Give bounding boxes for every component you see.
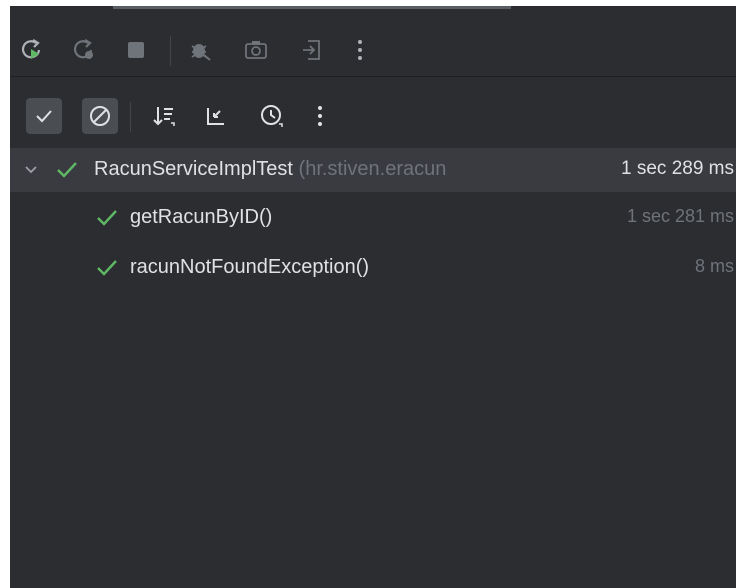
show-ignored-icon: [90, 106, 110, 126]
run-toolbar: [10, 20, 736, 70]
test-suite-row[interactable]: RacunServiceImplTest (hr.stiven.eracun 1…: [10, 148, 736, 192]
test-name: racunNotFoundException(): [130, 256, 370, 278]
test-duration: 8 ms: [694, 256, 734, 276]
passed-check-icon: [97, 210, 117, 226]
tab-strip-indicator: [113, 6, 511, 9]
rerun-failed-button[interactable]: [66, 32, 102, 68]
more-vert-icon: [358, 40, 362, 60]
collapse-button[interactable]: [198, 98, 234, 134]
show-passed-toggle[interactable]: [26, 98, 62, 134]
toolbar-separator: [10, 76, 736, 77]
suite-name: RacunServiceImplTest: [94, 158, 293, 180]
sort-icon: [153, 107, 175, 126]
screenshot-icon: [245, 41, 267, 59]
rerun-failed-icon: [73, 39, 93, 59]
export-icon: [303, 40, 320, 60]
filter-toolbar: [10, 84, 736, 148]
suite-duration: 1 sec 289 ms: [617, 158, 734, 180]
stop-icon: [128, 42, 144, 58]
rerun-icon: [21, 39, 41, 59]
passed-check-icon: [97, 260, 117, 276]
collapse-icon: [207, 108, 224, 125]
chevron-down-icon[interactable]: [24, 164, 38, 176]
stop-button[interactable]: [118, 32, 154, 68]
toolbar-divider: [170, 36, 171, 66]
test-name: getRacunByID(): [130, 206, 273, 228]
test-runner-panel: RacunServiceImplTest (hr.stiven.eracun 1…: [10, 6, 736, 588]
rerun-button[interactable]: [14, 32, 50, 68]
debug-button[interactable]: [182, 32, 218, 68]
show-passed-icon: [36, 110, 52, 123]
filter-more-button[interactable]: [302, 98, 338, 134]
export-button[interactable]: [294, 32, 330, 68]
history-icon: [261, 105, 283, 127]
passed-check-icon: [57, 162, 77, 178]
more-options-button[interactable]: [342, 32, 378, 68]
screenshot-button[interactable]: [238, 32, 274, 68]
history-button[interactable]: [254, 98, 290, 134]
suite-package: (hr.stiven.eracun: [298, 158, 447, 180]
suite-label: RacunServiceImplTest (hr.stiven.eracun: [94, 158, 446, 181]
sort-button[interactable]: [146, 98, 182, 134]
filter-divider: [130, 102, 131, 132]
test-row[interactable]: getRacunByID() 1 sec 281 ms: [10, 196, 736, 240]
debug-icon: [191, 44, 211, 61]
more-vert-icon: [318, 106, 322, 126]
show-ignored-toggle[interactable]: [82, 98, 118, 134]
test-duration: 1 sec 281 ms: [626, 206, 734, 226]
test-row[interactable]: racunNotFoundException() 8 ms: [10, 246, 736, 290]
